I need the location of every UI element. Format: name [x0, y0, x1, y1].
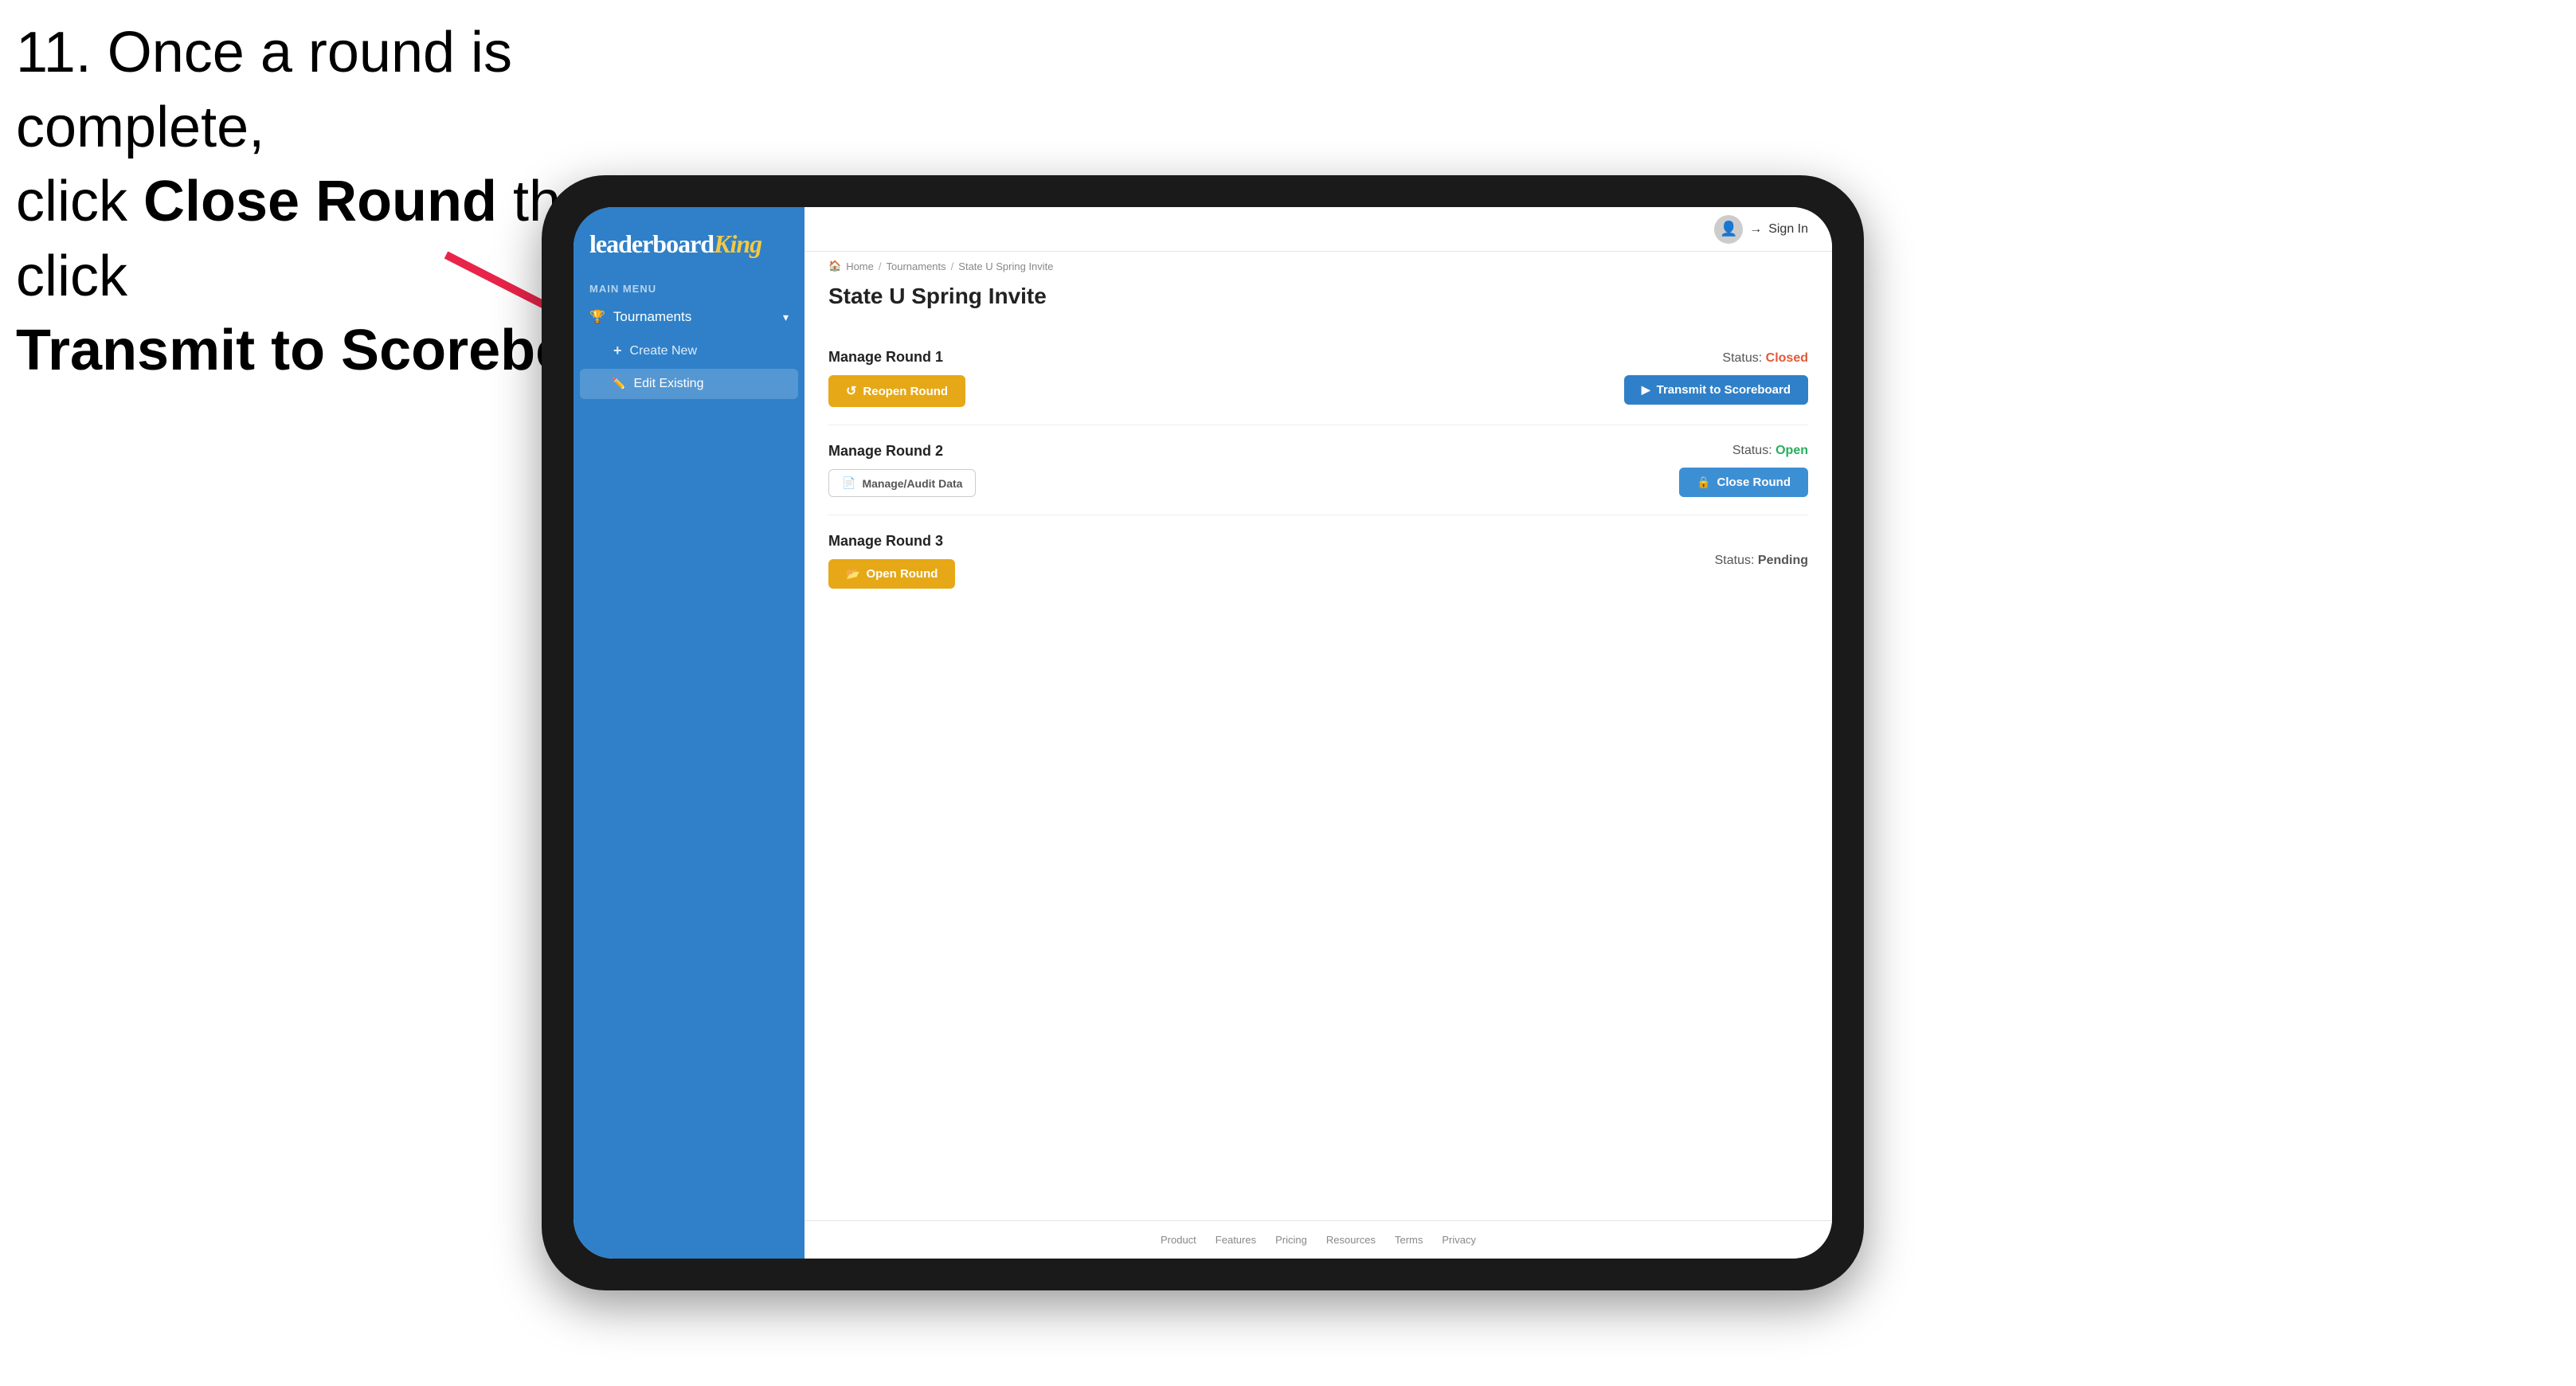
- round-1-status: Status: Closed: [1722, 351, 1808, 366]
- status-label-3: Status:: [1715, 554, 1755, 567]
- round-row-3: Manage Round 3 Open Round Status: Pendin…: [828, 515, 1808, 606]
- manage-audit-button[interactable]: Manage/Audit Data: [828, 469, 976, 497]
- doc-icon: [842, 476, 855, 490]
- open-round-label: Open Round: [866, 567, 938, 581]
- logo-area: leaderboardKing: [574, 207, 805, 275]
- status-label-1: Status:: [1722, 351, 1762, 365]
- round-3-right: Status: Pending: [1715, 554, 1808, 568]
- round-3-left: Manage Round 3 Open Round: [828, 533, 955, 589]
- footer-product[interactable]: Product: [1161, 1234, 1196, 1246]
- round-row-1: Manage Round 1 Reopen Round Status: Clos…: [828, 331, 1808, 425]
- sidebar-create-new[interactable]: Create New: [574, 335, 805, 367]
- round-3-status: Status: Pending: [1715, 554, 1808, 568]
- reopen-round-label: Reopen Round: [863, 385, 948, 398]
- user-icon: [1720, 221, 1737, 237]
- user-avatar: [1714, 215, 1743, 244]
- instruction-line2: click: [16, 170, 143, 233]
- transmit-icon: [1642, 383, 1650, 397]
- app-logo: leaderboardKing: [589, 229, 789, 259]
- sign-in-label: Sign In: [1768, 222, 1808, 237]
- footer-pricing[interactable]: Pricing: [1275, 1234, 1307, 1246]
- status-value-3: Pending: [1758, 554, 1808, 567]
- plus-icon: [613, 343, 622, 359]
- close-round-label: Close Round: [1717, 476, 1791, 489]
- sidebar-item-tournaments[interactable]: Tournaments: [574, 300, 805, 335]
- chevron-down-icon: [783, 309, 789, 325]
- round-1-left: Manage Round 1 Reopen Round: [828, 349, 965, 407]
- transmit-to-scoreboard-button[interactable]: Transmit to Scoreboard: [1624, 375, 1808, 405]
- breadcrumb-current: State U Spring Invite: [958, 260, 1053, 272]
- sidebar: leaderboardKing MAIN MENU Tournaments Cr…: [574, 207, 805, 1259]
- round-2-label: Manage Round 2: [828, 443, 976, 460]
- round-2-status: Status: Open: [1732, 444, 1808, 458]
- trophy-icon: [589, 309, 605, 325]
- close-icon: [1697, 476, 1710, 489]
- instruction-bold1: Close Round: [143, 170, 497, 233]
- round-1-right: Status: Closed Transmit to Scoreboard: [1624, 351, 1808, 405]
- create-new-label: Create New: [630, 344, 697, 358]
- tablet-screen: leaderboardKing MAIN MENU Tournaments Cr…: [574, 207, 1832, 1259]
- round-row-2: Manage Round 2 Manage/Audit Data Status:…: [828, 425, 1808, 515]
- breadcrumb-home[interactable]: Home: [846, 260, 874, 272]
- round-1-label: Manage Round 1: [828, 349, 965, 366]
- round-2-left: Manage Round 2 Manage/Audit Data: [828, 443, 976, 497]
- footer-resources[interactable]: Resources: [1326, 1234, 1376, 1246]
- reopen-round-button[interactable]: Reopen Round: [828, 375, 965, 407]
- main-menu-label: MAIN MENU: [574, 275, 805, 300]
- breadcrumb-sep2: /: [951, 260, 954, 272]
- manage-audit-label: Manage/Audit Data: [862, 477, 962, 490]
- footer-terms[interactable]: Terms: [1395, 1234, 1423, 1246]
- close-round-button[interactable]: Close Round: [1679, 468, 1808, 497]
- status-value-1: Closed: [1766, 351, 1808, 365]
- edit-existing-label: Edit Existing: [633, 377, 703, 391]
- breadcrumb-sep1: /: [879, 260, 882, 272]
- footer-privacy[interactable]: Privacy: [1442, 1234, 1476, 1246]
- page-content: State U Spring Invite Manage Round 1 Reo…: [805, 272, 1832, 1220]
- round-3-label: Manage Round 3: [828, 533, 955, 550]
- sign-in-button[interactable]: Sign In: [1714, 215, 1808, 244]
- edit-icon: [612, 377, 625, 391]
- app-container: leaderboardKing MAIN MENU Tournaments Cr…: [574, 207, 1832, 1259]
- breadcrumb-tournaments[interactable]: Tournaments: [887, 260, 946, 272]
- round-2-right: Status: Open Close Round: [1679, 444, 1808, 497]
- logo-king: King: [714, 229, 761, 258]
- footer-features[interactable]: Features: [1216, 1234, 1256, 1246]
- open-round-button[interactable]: Open Round: [828, 559, 955, 589]
- sidebar-edit-existing[interactable]: Edit Existing: [580, 369, 798, 399]
- sidebar-item-left: Tournaments: [589, 309, 691, 325]
- status-label-2: Status:: [1732, 444, 1772, 457]
- main-content: Sign In 🏠 Home / Tournaments / State U S…: [805, 207, 1832, 1259]
- signin-arrow-icon: [1749, 222, 1762, 237]
- breadcrumb: 🏠 Home / Tournaments / State U Spring In…: [805, 252, 1832, 272]
- reopen-icon: [846, 383, 856, 399]
- tablet-device: leaderboardKing MAIN MENU Tournaments Cr…: [542, 175, 1864, 1290]
- tournaments-label: Tournaments: [613, 309, 691, 325]
- top-nav: Sign In: [805, 207, 1832, 252]
- page-title: State U Spring Invite: [828, 284, 1808, 309]
- instruction-line1: 11. Once a round is complete,: [16, 21, 512, 159]
- app-footer: Product Features Pricing Resources Terms…: [805, 1220, 1832, 1259]
- logo-leaderboard: leaderboard: [589, 229, 714, 258]
- open-icon: [846, 567, 859, 581]
- breadcrumb-home-icon: 🏠: [828, 260, 841, 272]
- status-value-2: Open: [1775, 444, 1808, 457]
- transmit-label: Transmit to Scoreboard: [1657, 383, 1791, 397]
